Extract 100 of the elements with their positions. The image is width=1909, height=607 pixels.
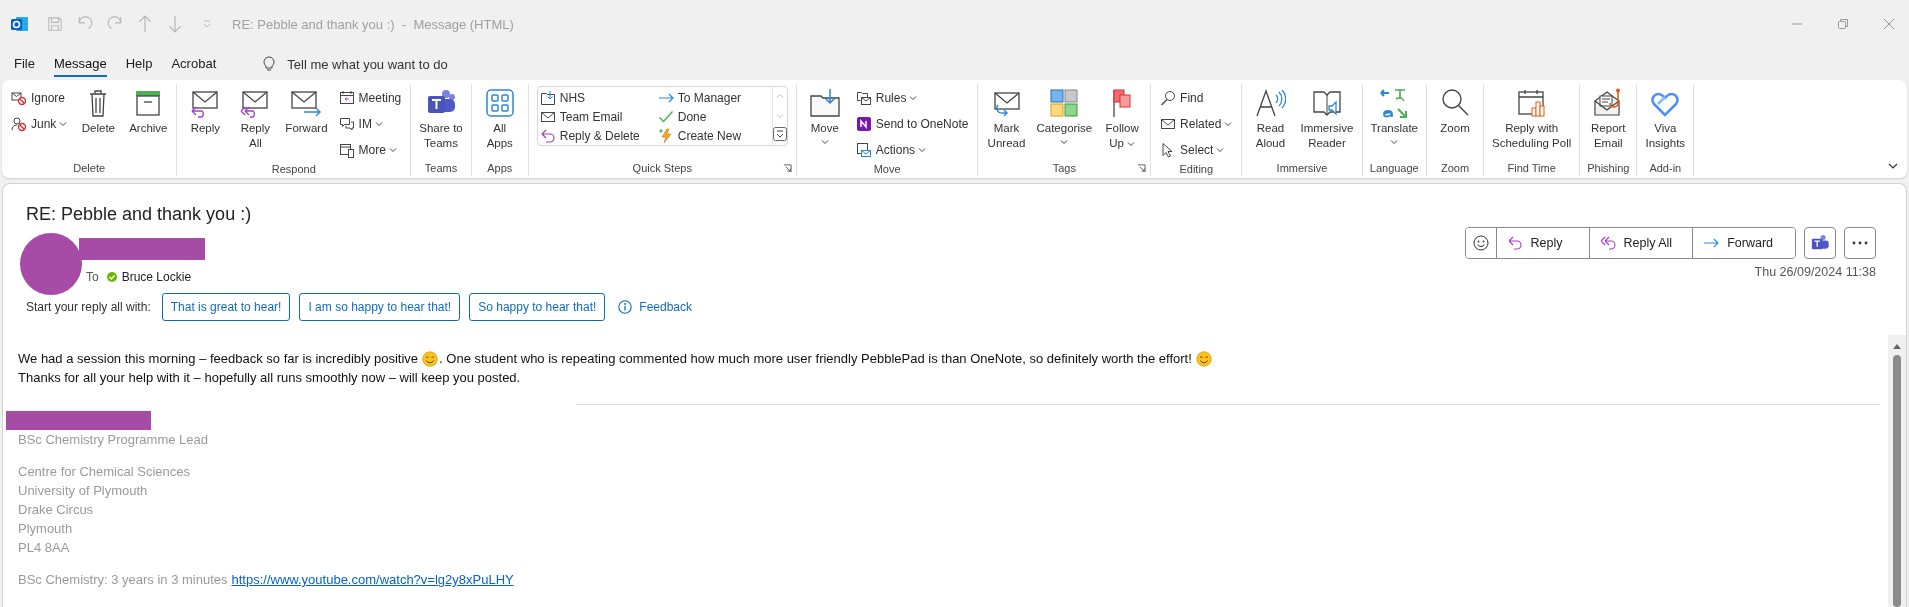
ribbon-group-label: Language <box>1369 161 1419 174</box>
calendar-device-icon <box>338 142 355 158</box>
customize-toolbar-icon[interactable] <box>202 19 212 29</box>
save-icon[interactable] <box>46 15 64 33</box>
ribbon-button[interactable]: Follow Up <box>1098 86 1147 152</box>
dialog-launcher-icon[interactable] <box>782 164 792 173</box>
envelope-gear-icon <box>855 142 872 158</box>
scroll-up-icon[interactable] <box>1893 343 1901 349</box>
ribbon-button[interactable]: Reply <box>181 86 230 137</box>
signature-line: University of Plymouth <box>18 482 149 500</box>
ribbon-button[interactable]: Forward <box>281 86 332 137</box>
quick-step-item[interactable]: Team Email <box>539 107 658 126</box>
color-squares-icon <box>1048 87 1081 119</box>
ribbon-button[interactable]: Share to Teams <box>415 86 467 152</box>
onenote-logo-icon <box>855 116 872 132</box>
tell-me-search-field[interactable]: Tell me what you want to do <box>287 56 448 72</box>
apps-grid-icon <box>483 87 516 119</box>
ribbon-button[interactable]: More <box>335 138 405 162</box>
feedback-link[interactable]: Feedback <box>639 300 692 314</box>
outlook-logo-icon <box>10 14 30 34</box>
message-text: We had a session this morning – feedback so far is incredibly positive <box>18 351 419 366</box>
suggested-reply-button[interactable]: So happy to hear that! <box>469 293 606 321</box>
ribbon-button[interactable]: Translate <box>1366 86 1422 147</box>
signature-line: Drake Circus <box>18 501 95 519</box>
ribbon-button[interactable]: Reply All <box>231 86 280 152</box>
ribbon-group-label: Delete <box>73 161 106 174</box>
ribbon-button[interactable]: Categorise <box>1032 86 1097 147</box>
close-icon[interactable] <box>1883 18 1895 30</box>
ribbon-button[interactable]: Send to OneNote <box>852 112 972 136</box>
ribbon-group-label: Move <box>873 163 901 175</box>
ribbon-button[interactable]: Move <box>800 86 849 147</box>
restore-icon[interactable] <box>1837 18 1849 30</box>
ribbon-button[interactable]: All Apps <box>475 86 524 152</box>
smiley-icon <box>1472 235 1489 251</box>
ribbon-group-label: Tags <box>1052 161 1076 174</box>
menu-tab[interactable]: Message <box>53 51 107 77</box>
quick-step-item[interactable]: Done <box>657 107 770 126</box>
ribbon-button[interactable]: Read Aloud <box>1246 86 1295 152</box>
ribbon-button[interactable]: Immersive Reader <box>1296 86 1358 152</box>
search-icon <box>1160 90 1177 106</box>
message-text: . One student who is repeating commented how much more user friendly PebblePad is than OneNote, so definitely worth the effort! <box>439 351 1192 366</box>
ribbon-group-label: Editing <box>1179 163 1214 175</box>
down-arrow-icon[interactable] <box>166 15 184 33</box>
ribbon-button[interactable]: Meeting <box>335 86 405 110</box>
smiley-emoji-icon <box>1195 350 1212 367</box>
signature-line: BSc Chemistry Programme Lead <box>18 431 209 449</box>
ribbon-group-label: Quick Steps <box>632 161 692 174</box>
ribbon-button[interactable]: Related <box>1157 112 1236 136</box>
menu-tab[interactable]: File <box>14 51 35 77</box>
gallery-more-icon[interactable] <box>772 127 787 141</box>
message-date: Thu 26/09/2024 11:38 <box>1754 265 1876 279</box>
ribbon-button[interactable]: Actions <box>852 138 972 162</box>
window-title: RE: Pebble and thank you :) - Message (HTML) <box>232 16 514 32</box>
ribbon-button[interactable]: IM <box>335 112 405 136</box>
ribbon-button[interactable]: Junk <box>8 112 71 136</box>
quick-step-item[interactable]: Create New <box>657 126 770 145</box>
signature-line: PL4 8AA <box>18 539 71 557</box>
ribbon-group-label: Apps <box>487 161 513 174</box>
suggested-reply-button[interactable]: I am so happy to hear that! <box>299 293 461 321</box>
letter-speaker-icon <box>1254 87 1287 119</box>
quick-step-item[interactable]: Reply & Delete <box>539 126 658 145</box>
signature-line: Plymouth <box>18 520 74 538</box>
forward-button[interactable]: Forward <box>1692 228 1795 258</box>
up-arrow-icon[interactable] <box>136 15 154 33</box>
folder-envelope-icon <box>855 90 872 106</box>
ribbon-button[interactable]: Find <box>1157 86 1236 110</box>
ribbon-button[interactable]: Report Email <box>1584 86 1633 152</box>
ribbon-group-label: Respond <box>271 163 316 175</box>
suggested-reply-button[interactable]: That is great to hear! <box>161 293 291 321</box>
suggested-reply-prompt: Start your reply all with: <box>26 300 151 314</box>
ribbon-button[interactable]: Delete <box>74 86 123 137</box>
ribbon-button[interactable]: Select <box>1157 138 1236 162</box>
video-link[interactable]: https://www.youtube.com/watch?v=lg2y8xPuLHY <box>231 570 514 589</box>
ribbon-button[interactable]: Zoom <box>1431 86 1479 137</box>
teams-button[interactable] <box>1804 227 1836 259</box>
ribbon-button[interactable]: Reply with Scheduling Poll <box>1488 86 1576 152</box>
ribbon-group-label: Teams <box>424 161 458 174</box>
calendar-icon <box>338 90 355 106</box>
ribbon-button[interactable]: Ignore <box>8 86 71 110</box>
person-block-icon <box>11 116 27 132</box>
ribbon-group-label: Find Time <box>1507 161 1556 174</box>
ribbon-button[interactable]: Archive <box>124 86 173 137</box>
available-status-icon <box>106 272 117 282</box>
ribbon-group-label: Phishing <box>1587 161 1630 174</box>
lightbulb-icon <box>261 56 278 72</box>
quick-step-item[interactable]: To Manager <box>657 88 770 107</box>
ribbon-button[interactable]: Mark Unread <box>982 86 1031 152</box>
ribbon-button[interactable]: Viva Insights <box>1641 86 1690 152</box>
ribbon-group-label: Add-in <box>1649 161 1682 174</box>
lightning-icon <box>657 127 674 144</box>
menu-tab[interactable]: Help <box>125 51 153 77</box>
to-label: To <box>86 270 99 284</box>
recipient-name[interactable]: Bruce Lockie <box>121 270 192 284</box>
quick-step-item[interactable]: NHS <box>539 88 658 107</box>
message-subject: RE: Pebble and thank you :) <box>26 204 253 225</box>
menu-tab[interactable]: Acrobat <box>171 51 217 77</box>
scrollbar[interactable] <box>1888 335 1906 607</box>
dialog-launcher-icon[interactable] <box>1137 164 1147 173</box>
more-options-button[interactable] <box>1844 227 1876 259</box>
ribbon-button[interactable]: Rules <box>852 86 972 110</box>
